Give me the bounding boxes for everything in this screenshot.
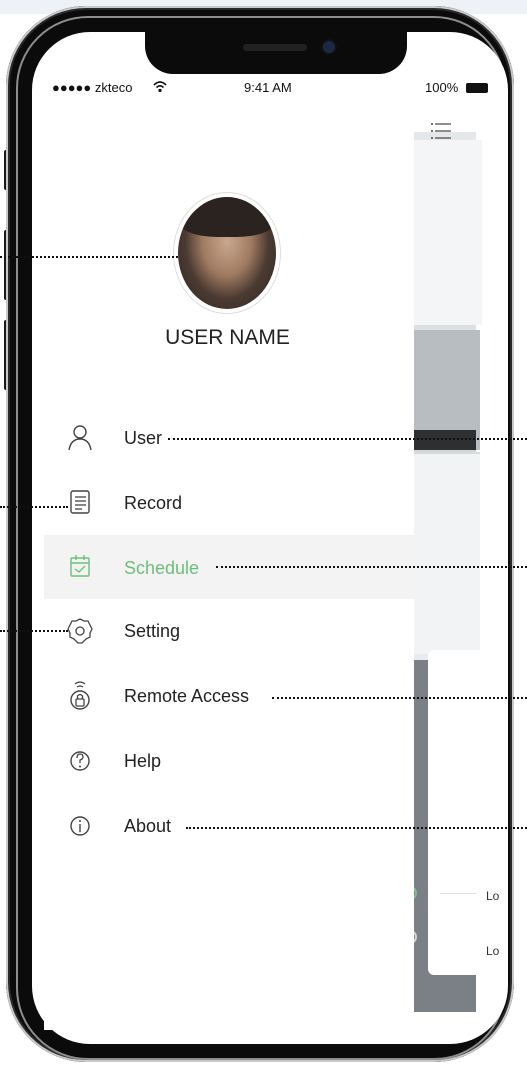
user-icon [68, 425, 92, 451]
annotation-leader-remote-access [272, 697, 527, 699]
card-divider [440, 893, 476, 894]
avatar-hair [178, 197, 276, 237]
menu-label-schedule: Schedule [124, 558, 200, 578]
menu-label-remote-access: Remote Access [124, 686, 250, 706]
calendar-check-icon [70, 555, 90, 577]
user-name: USER NAME [165, 326, 290, 349]
phone-notch [145, 30, 407, 74]
help-icon [70, 751, 90, 771]
menu-label-help: Help [124, 751, 162, 771]
annotation-leader-setting [0, 630, 68, 632]
record-list-icon [70, 490, 90, 514]
annotation-leader-avatar [0, 256, 178, 258]
menu-label-user: User [124, 428, 163, 448]
battery-icon [466, 83, 488, 93]
battery-percent: 100% [425, 80, 459, 95]
card-row-1-text: Lo [486, 889, 500, 903]
clock-label: 9:41 AM [244, 80, 292, 95]
menu-label-record: Record [124, 493, 183, 513]
annotation-leader-record [0, 506, 68, 508]
card-row-2-text: Lo [486, 944, 500, 958]
wifi-icon [153, 81, 167, 93]
menu-hamburger-icon[interactable] [430, 120, 452, 142]
menu-label-setting: Setting [124, 621, 181, 641]
carrier-label: ●●●●● zkteco [52, 80, 133, 95]
user-avatar[interactable] [178, 197, 276, 309]
annotation-leader-about [186, 827, 527, 829]
front-camera [323, 41, 335, 53]
menu-label-about: About [124, 816, 172, 836]
annotation-leader-schedule [216, 566, 527, 568]
info-icon [70, 816, 90, 836]
annotation-leader-user [168, 438, 527, 440]
speaker-grille [243, 44, 307, 51]
remote-lock-icon [70, 681, 90, 710]
